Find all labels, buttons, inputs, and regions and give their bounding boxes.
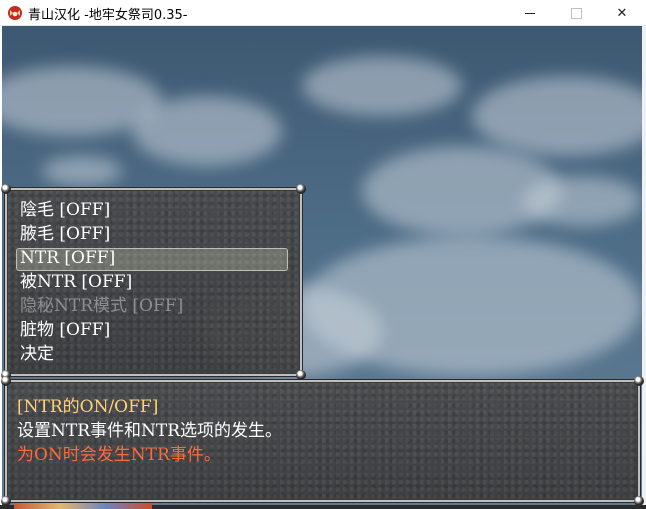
cloud xyxy=(302,56,462,116)
taskbar-thumbnail-strip xyxy=(14,503,152,509)
window-titlebar[interactable]: 青山汉化 -地牢女祭司0.35- ✕ xyxy=(0,0,646,26)
help-warning: 为ON时会发生NTR事件。 xyxy=(17,445,221,465)
rivet-icon xyxy=(296,370,306,380)
menu-item-pubic-hair[interactable]: 陰毛 [OFF] xyxy=(18,198,286,222)
options-menu-list: 陰毛 [OFF] 腋毛 [OFF] NTR [OFF] 被NTR [OFF] 隐… xyxy=(16,198,288,366)
help-description-window: [NTR的ON/OFF] 设置NTR事件和NTR选项的发生。 为ON时会发生NT… xyxy=(1,376,644,506)
minimize-icon xyxy=(525,12,535,14)
minimize-button[interactable] xyxy=(507,0,553,26)
close-button[interactable]: ✕ xyxy=(599,0,645,26)
rivet-icon xyxy=(1,184,11,194)
cloud xyxy=(132,96,282,166)
options-menu-window: 陰毛 [OFF] 腋毛 [OFF] NTR [OFF] 被NTR [OFF] 隐… xyxy=(1,184,306,380)
help-description: 设置NTR事件和NTR选项的发生。 xyxy=(17,421,283,441)
help-title: [NTR的ON/OFF] xyxy=(17,397,159,417)
close-icon: ✕ xyxy=(616,5,628,21)
menu-item-dirt[interactable]: 脏物 [OFF] xyxy=(18,318,286,342)
menu-item-ntr[interactable]: NTR [OFF] xyxy=(16,246,288,271)
rivet-icon xyxy=(296,184,306,194)
app-icon xyxy=(8,6,22,20)
window-title: 青山汉化 -地牢女祭司0.35- xyxy=(28,8,188,23)
menu-item-hidden-ntr-mode[interactable]: 隐秘NTR模式 [OFF] xyxy=(18,294,286,318)
maximize-button[interactable] xyxy=(553,0,599,26)
rivet-icon xyxy=(634,376,644,386)
window-edge xyxy=(642,26,646,509)
cloud xyxy=(522,176,642,226)
maximize-icon xyxy=(570,7,582,19)
rivet-icon xyxy=(1,376,11,386)
menu-item-armpit-hair[interactable]: 腋毛 [OFF] xyxy=(18,222,286,246)
menu-item-confirm[interactable]: 决定 xyxy=(18,342,286,366)
cloud xyxy=(472,76,642,156)
cloud xyxy=(42,156,122,186)
menu-item-reverse-ntr[interactable]: 被NTR [OFF] xyxy=(18,270,286,294)
